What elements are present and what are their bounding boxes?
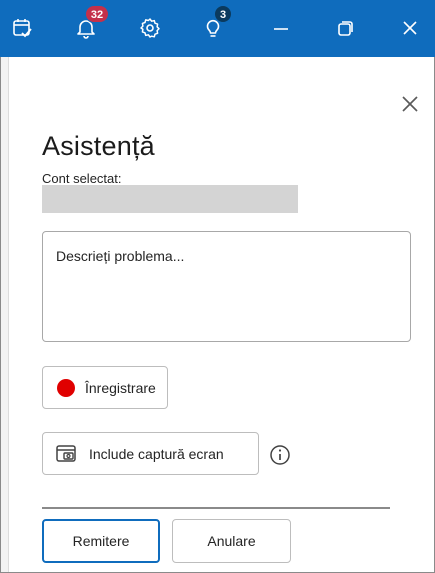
submit-label: Remitere [72, 533, 130, 549]
record-button[interactable]: Înregistrare [42, 366, 168, 409]
notifications-button[interactable]: 32 [66, 5, 109, 48]
submit-button[interactable]: Remitere [42, 519, 160, 563]
close-icon [403, 21, 417, 35]
cancel-label: Anulare [207, 533, 256, 549]
tips-button[interactable]: 3 [193, 5, 233, 48]
description-textarea[interactable]: Descrieți problema... [42, 231, 411, 342]
notifications-badge: 32 [85, 5, 109, 23]
calendar-check-button[interactable] [2, 8, 42, 48]
restore-icon [338, 21, 353, 36]
minimize-icon [274, 28, 288, 30]
include-screenshot-label: Include captură ecran [89, 445, 224, 462]
left-strip [1, 57, 9, 572]
tips-badge: 3 [214, 5, 232, 23]
restore-button[interactable] [326, 8, 366, 48]
close-panel-icon [402, 96, 418, 112]
account-value [42, 185, 298, 213]
record-icon [57, 378, 75, 397]
settings-button[interactable] [130, 8, 170, 48]
include-screenshot-button[interactable]: Include captură ecran [42, 432, 259, 475]
info-icon [270, 445, 290, 465]
cancel-button[interactable]: Anulare [172, 519, 291, 563]
close-panel-button[interactable] [396, 90, 424, 118]
title-bar: 32 3 [0, 0, 435, 57]
gear-icon [140, 18, 160, 38]
minimize-button[interactable] [261, 8, 301, 48]
calendar-check-icon [13, 19, 32, 38]
info-button[interactable] [269, 444, 291, 466]
account-label: Cont selectat: [42, 171, 122, 186]
screenshot-icon [56, 444, 76, 462]
divider [42, 507, 390, 509]
record-label: Înregistrare [85, 379, 156, 396]
close-window-button[interactable] [390, 8, 430, 48]
page-title: Asistență [42, 131, 155, 161]
